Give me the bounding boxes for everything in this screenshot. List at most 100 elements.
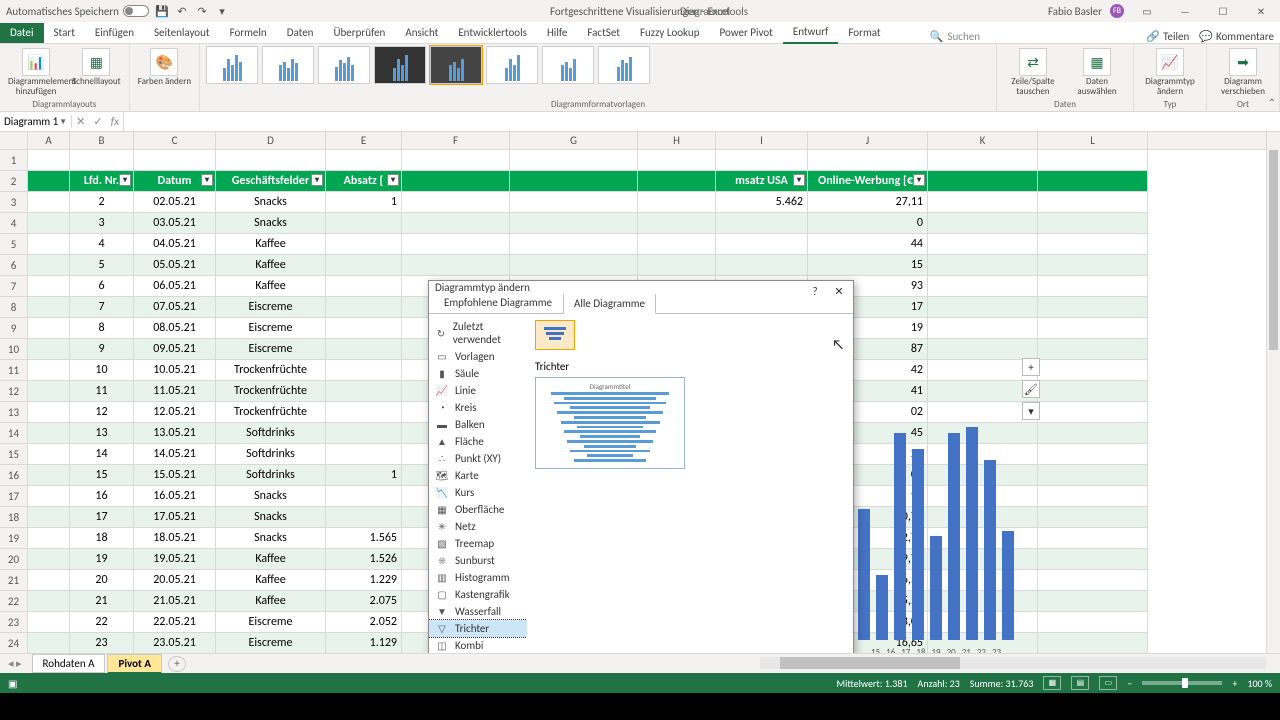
row-header[interactable]: 23: [0, 612, 28, 633]
sheet-tab-pivot[interactable]: Pivot A: [107, 654, 162, 674]
cell[interactable]: Snacks: [216, 213, 326, 234]
row-header[interactable]: 5: [0, 234, 28, 255]
row-header[interactable]: 18: [0, 507, 28, 528]
cell[interactable]: [716, 213, 808, 234]
cell[interactable]: [28, 297, 70, 318]
cell[interactable]: Softdrinks: [216, 423, 326, 444]
cell[interactable]: [1038, 444, 1148, 465]
chart-type-item-linie[interactable]: 📈Linie: [429, 382, 527, 399]
share-button[interactable]: 🔗 Teilen: [1146, 30, 1189, 43]
cell[interactable]: [28, 318, 70, 339]
cell[interactable]: [510, 192, 638, 213]
row-header[interactable]: 15: [0, 444, 28, 465]
sheet-tab-rohdaten[interactable]: Rohdaten A: [32, 654, 106, 673]
cell[interactable]: [510, 234, 638, 255]
cell[interactable]: [28, 591, 70, 612]
cell[interactable]: [716, 234, 808, 255]
cell[interactable]: 10: [70, 360, 134, 381]
chart-type-item-trichter[interactable]: ▽Trichter: [429, 620, 527, 637]
cell[interactable]: 5.462: [716, 192, 808, 213]
cell[interactable]: [28, 276, 70, 297]
cell[interactable]: msatz USA▾: [716, 171, 808, 192]
cell[interactable]: Eiscreme: [216, 318, 326, 339]
tab-file[interactable]: Datei: [0, 23, 44, 43]
cell[interactable]: Trockenfrüchte: [216, 381, 326, 402]
row-header[interactable]: 21: [0, 570, 28, 591]
cell[interactable]: [1038, 255, 1148, 276]
cell[interactable]: Snacks: [216, 528, 326, 549]
chart-type-item-histogramm[interactable]: ▥Histogramm: [429, 569, 527, 586]
cell[interactable]: 11: [70, 381, 134, 402]
cell[interactable]: [1038, 486, 1148, 507]
filter-icon[interactable]: ▾: [793, 174, 805, 186]
cell[interactable]: Eiscreme: [216, 339, 326, 360]
filter-icon[interactable]: ▾: [311, 174, 323, 186]
cell[interactable]: [928, 213, 1038, 234]
cell[interactable]: [28, 444, 70, 465]
dialog-help-icon[interactable]: ?: [803, 281, 827, 301]
cell[interactable]: 2.075: [326, 591, 402, 612]
cell[interactable]: 1: [326, 465, 402, 486]
row-header[interactable]: 8: [0, 297, 28, 318]
cell[interactable]: Snacks: [216, 192, 326, 213]
cell[interactable]: [326, 339, 402, 360]
row-header[interactable]: 3: [0, 192, 28, 213]
comments-button[interactable]: 💬 Kommentare: [1199, 30, 1274, 43]
row-header[interactable]: 19: [0, 528, 28, 549]
cell[interactable]: [28, 570, 70, 591]
row-header[interactable]: 12: [0, 381, 28, 402]
cell[interactable]: [28, 423, 70, 444]
cell[interactable]: 15: [808, 255, 928, 276]
col-header-F[interactable]: F: [402, 132, 510, 149]
cell[interactable]: [928, 297, 1038, 318]
col-header-J[interactable]: J: [808, 132, 928, 149]
cell[interactable]: 6: [70, 276, 134, 297]
cell[interactable]: 1.129: [326, 633, 402, 653]
cell[interactable]: [1038, 360, 1148, 381]
col-header-D[interactable]: D: [216, 132, 326, 149]
cell[interactable]: [326, 381, 402, 402]
chart-elements-icon[interactable]: +: [1022, 358, 1040, 376]
name-box[interactable]: Diagramm 1 ▼: [0, 115, 72, 128]
cell[interactable]: [1038, 528, 1148, 549]
cell[interactable]: [28, 549, 70, 570]
tab-hilfe[interactable]: Hilfe: [537, 23, 577, 43]
cell[interactable]: 5: [70, 255, 134, 276]
cell[interactable]: [1038, 171, 1148, 192]
cell[interactable]: 27,11: [808, 192, 928, 213]
cell[interactable]: Online-Werbung [€]▾: [808, 171, 928, 192]
cell[interactable]: [28, 486, 70, 507]
cell[interactable]: 19: [70, 549, 134, 570]
cell[interactable]: 21.05.21: [134, 591, 216, 612]
cell[interactable]: [638, 255, 716, 276]
switch-row-col-button[interactable]: ⇄Zeile/Spalte tauschen: [1003, 46, 1063, 99]
cell[interactable]: [326, 507, 402, 528]
row-header[interactable]: 10: [0, 339, 28, 360]
cell[interactable]: 3: [70, 213, 134, 234]
select-data-button[interactable]: ▦Daten auswählen: [1067, 46, 1127, 99]
cell[interactable]: [1038, 318, 1148, 339]
cell[interactable]: [28, 360, 70, 381]
cell[interactable]: Geschäftsfelder▾: [216, 171, 326, 192]
row-header[interactable]: 4: [0, 213, 28, 234]
cell[interactable]: [326, 255, 402, 276]
cell[interactable]: 11.05.21: [134, 381, 216, 402]
col-header-I[interactable]: I: [716, 132, 808, 149]
row-header[interactable]: 9: [0, 318, 28, 339]
minimize-icon[interactable]: —: [1170, 2, 1200, 20]
cell[interactable]: [28, 381, 70, 402]
cell[interactable]: [928, 234, 1038, 255]
cell[interactable]: [808, 150, 928, 171]
cell[interactable]: [28, 255, 70, 276]
cell[interactable]: 07.05.21: [134, 297, 216, 318]
embedded-chart[interactable]: 151617181920212223: [856, 332, 1016, 653]
tab-entwurf[interactable]: Entwurf: [783, 22, 839, 44]
cell[interactable]: [70, 150, 134, 171]
cell[interactable]: [928, 150, 1038, 171]
cell[interactable]: 22.05.21: [134, 612, 216, 633]
col-header-E[interactable]: E: [326, 132, 402, 149]
cell[interactable]: [216, 150, 326, 171]
cell[interactable]: 1.229: [326, 570, 402, 591]
collapse-ribbon-icon[interactable]: ⌃: [1268, 96, 1276, 109]
maximize-icon[interactable]: ☐: [1208, 2, 1238, 20]
